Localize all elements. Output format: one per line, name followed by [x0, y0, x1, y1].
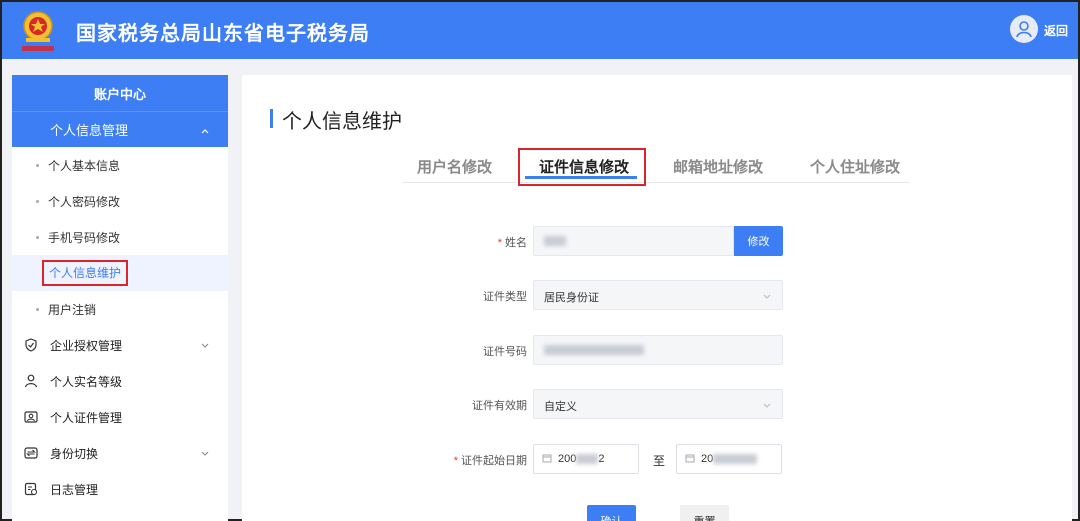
page-title: 个人信息维护 — [270, 105, 402, 134]
sidebar-item-label: 手机号码修改 — [48, 230, 121, 245]
id-type-select[interactable]: 居民身份证 — [533, 280, 783, 310]
masked-value — [713, 454, 758, 464]
name-field[interactable] — [533, 226, 734, 256]
start-date-row: * 证件起始日期 200 2 至 20 — [242, 444, 1072, 474]
sidebar-item-log-management[interactable]: 日志管理 — [12, 471, 228, 507]
masked-value — [544, 345, 644, 356]
chevron-down-icon — [762, 292, 772, 305]
id-type-value: 居民身份证 — [544, 292, 599, 304]
modify-button[interactable]: 修改 — [734, 226, 783, 256]
bullet-icon — [36, 235, 39, 239]
switch-icon — [24, 446, 38, 460]
log-icon — [24, 482, 38, 496]
start-date-picker[interactable]: 200 2 — [533, 444, 639, 474]
tab-bar: 用户名修改 证件信息修改 邮箱地址修改 个人住址修改 — [403, 147, 910, 183]
sidebar-item-phone[interactable]: 手机号码修改 — [12, 219, 228, 255]
sidebar-item-label: 用户注销 — [48, 302, 97, 317]
validity-row: 证件有效期 自定义 — [242, 389, 1072, 419]
bullet-icon — [36, 163, 39, 167]
shield-check-icon — [24, 338, 38, 352]
sidebar-item-enterprise-auth[interactable]: 企业授权管理 — [12, 327, 228, 363]
calendar-icon — [542, 453, 552, 466]
user-avatar-icon[interactable] — [1010, 15, 1038, 43]
top-header: 国家税务总局山东省电子税务局 返回 — [2, 2, 1078, 59]
end-date-value: 20 — [701, 453, 714, 465]
sidebar-item-label: 个人密码修改 — [48, 194, 121, 209]
bullet-icon — [36, 307, 39, 311]
main-panel: 个人信息维护 用户名修改 证件信息修改 邮箱地址修改 个人住址修改 * 姓名 修改… — [242, 75, 1072, 521]
masked-value — [576, 454, 599, 464]
sidebar-item-label: 身份切换 — [50, 446, 99, 461]
back-link[interactable]: 返回 — [1044, 22, 1068, 39]
chevron-down-icon — [200, 448, 210, 462]
tab-highlight-box — [518, 148, 646, 186]
sidebar-item-identity-switch[interactable]: 身份切换 — [12, 435, 228, 471]
user-icon — [24, 374, 38, 388]
validity-select[interactable]: 自定义 — [533, 389, 783, 419]
id-number-row: 证件号码 — [242, 335, 1072, 365]
id-number-field[interactable] — [533, 335, 783, 365]
reset-button[interactable]: 重置 — [680, 505, 729, 521]
sidebar-item-label: 个人信息维护 — [42, 260, 129, 286]
start-date-value: 200 — [558, 453, 577, 465]
id-card-icon — [24, 410, 38, 424]
validity-value: 自定义 — [544, 401, 577, 413]
tab-username[interactable]: 用户名修改 — [417, 156, 492, 177]
confirm-button[interactable]: 确认 — [587, 505, 636, 521]
bullet-icon — [36, 199, 39, 203]
sidebar-item-label: 企业授权管理 — [50, 338, 123, 353]
chevron-down-icon — [200, 340, 210, 354]
sidebar-item-deregister[interactable]: 用户注销 — [12, 291, 228, 327]
chevron-down-icon — [762, 401, 772, 414]
sidebar-heading: 账户中心 — [12, 75, 228, 111]
chevron-up-icon — [200, 124, 210, 139]
id-type-label: 证件类型 — [483, 291, 527, 303]
tax-bureau-logo — [16, 8, 60, 54]
sidebar: 账户中心 个人信息管理 个人基本信息 个人密码修改 手机号码修改 个人信息维护 … — [12, 75, 228, 521]
sidebar-item-label: 日志管理 — [50, 482, 99, 497]
date-range-separator: 至 — [653, 454, 666, 468]
masked-value — [544, 236, 566, 247]
sidebar-item-id-management[interactable]: 个人证件管理 — [12, 399, 228, 435]
site-title: 国家税务总局山东省电子税务局 — [76, 23, 370, 45]
sidebar-group-personal-info[interactable]: 个人信息管理 — [12, 111, 228, 147]
id-type-row: 证件类型 居民身份证 — [242, 280, 1072, 310]
start-date-label: * 证件起始日期 — [453, 455, 527, 467]
sidebar-item-label: 个人证件管理 — [50, 410, 123, 425]
sidebar-item-basic-info[interactable]: 个人基本信息 — [12, 147, 228, 183]
start-date-suffix: 2 — [598, 453, 605, 465]
name-row: * 姓名 修改 — [242, 226, 1072, 256]
sidebar-item-realname-level[interactable]: 个人实名等级 — [12, 363, 228, 399]
sidebar-item-info-maintenance[interactable]: 个人信息维护 — [12, 255, 228, 291]
tab-address[interactable]: 个人住址修改 — [810, 156, 900, 177]
calendar-icon — [685, 453, 695, 466]
validity-label: 证件有效期 — [472, 400, 527, 412]
id-number-label: 证件号码 — [483, 346, 527, 358]
sidebar-group-label: 个人信息管理 — [50, 123, 129, 138]
tab-email[interactable]: 邮箱地址修改 — [673, 156, 763, 177]
end-date-picker[interactable]: 20 — [676, 444, 782, 474]
sidebar-item-label: 个人实名等级 — [50, 374, 123, 389]
name-label: * 姓名 — [497, 237, 527, 249]
sidebar-item-password[interactable]: 个人密码修改 — [12, 183, 228, 219]
sidebar-item-label: 个人基本信息 — [48, 158, 121, 173]
